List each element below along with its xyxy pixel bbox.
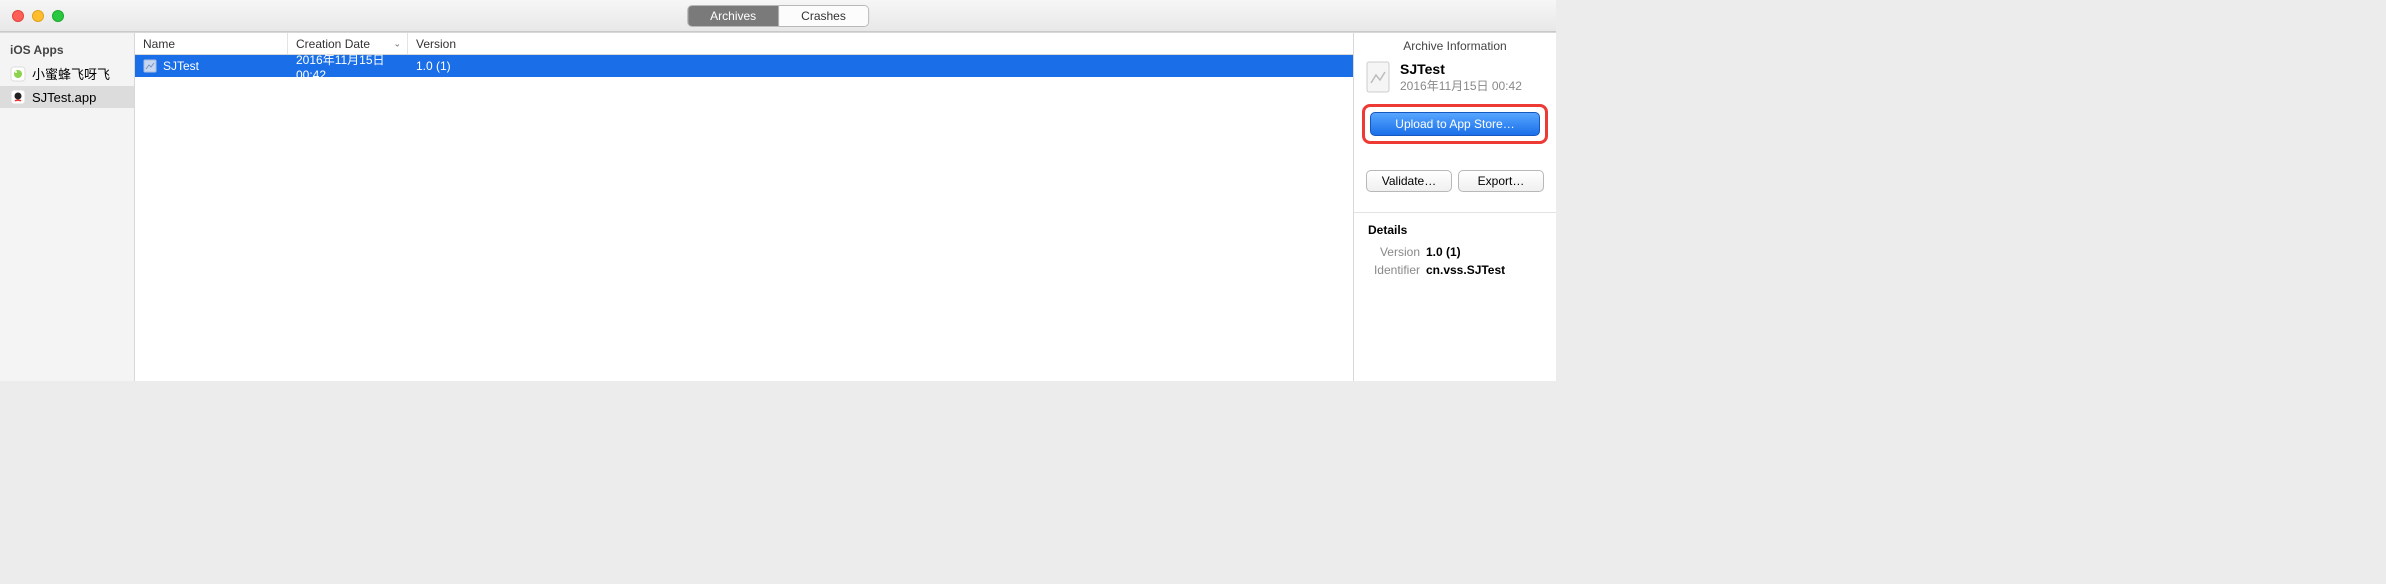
archive-row[interactable]: SJTest 2016年11月15日 00:42 1.0 (1)	[135, 55, 1353, 77]
detail-version-label: Version	[1368, 245, 1426, 259]
app-icon	[10, 89, 26, 105]
tab-archives[interactable]: Archives	[688, 6, 779, 26]
archive-list: Name Creation Date ⌄ Version SJTest 2016…	[135, 33, 1353, 381]
app-icon	[10, 66, 26, 82]
secondary-buttons: Validate… Export…	[1366, 170, 1544, 192]
sidebar: iOS Apps 小蜜蜂飞呀飞 SJTest.app	[0, 33, 135, 381]
column-headers: Name Creation Date ⌄ Version	[135, 33, 1353, 55]
details-header: Details	[1368, 223, 1542, 237]
archive-rows: SJTest 2016年11月15日 00:42 1.0 (1)	[135, 55, 1353, 381]
cell-date: 2016年11月15日 00:42	[288, 51, 408, 82]
tab-switcher: Archives Crashes	[687, 5, 869, 27]
tab-crashes[interactable]: Crashes	[779, 6, 868, 26]
organizer-window: Archives Crashes iOS Apps 小蜜蜂飞呀飞 SJTest.…	[0, 0, 1556, 381]
detail-identifier-row: Identifier cn.vss.SJTest	[1368, 261, 1542, 279]
archive-name: SJTest	[1400, 61, 1522, 77]
maximize-button[interactable]	[52, 10, 64, 22]
column-header-name[interactable]: Name	[135, 33, 288, 54]
sidebar-item-label: SJTest.app	[32, 90, 96, 105]
details-section: Details Version 1.0 (1) Identifier cn.vs…	[1354, 212, 1556, 279]
sidebar-item-label: 小蜜蜂飞呀飞	[32, 64, 110, 83]
detail-version-row: Version 1.0 (1)	[1368, 243, 1542, 261]
minimize-button[interactable]	[32, 10, 44, 22]
sidebar-item-app-1[interactable]: 小蜜蜂飞呀飞	[0, 61, 134, 86]
archive-icon	[1366, 61, 1390, 93]
panel-head-text: SJTest 2016年11月15日 00:42	[1400, 61, 1522, 94]
titlebar: Archives Crashes	[0, 0, 1556, 32]
archive-date: 2016年11月15日 00:42	[1400, 77, 1522, 94]
column-header-date-label: Creation Date	[296, 37, 370, 51]
upload-to-app-store-button[interactable]: Upload to App Store…	[1370, 112, 1540, 136]
sidebar-header: iOS Apps	[0, 39, 134, 61]
cell-name-text: SJTest	[163, 59, 199, 73]
sidebar-item-app-2[interactable]: SJTest.app	[0, 86, 134, 108]
cell-name: SJTest	[135, 59, 288, 73]
panel-top: Archive Information SJTest 2016年11月15日 0…	[1354, 33, 1556, 202]
panel-title: Archive Information	[1354, 33, 1556, 59]
detail-version-value: 1.0 (1)	[1426, 245, 1461, 259]
detail-identifier-label: Identifier	[1368, 263, 1426, 277]
column-header-version[interactable]: Version	[408, 33, 1353, 54]
panel-head: SJTest 2016年11月15日 00:42	[1354, 59, 1556, 104]
sort-indicator-icon: ⌄	[393, 38, 401, 49]
archive-info-panel: Archive Information SJTest 2016年11月15日 0…	[1353, 33, 1556, 381]
content-area: iOS Apps 小蜜蜂飞呀飞 SJTest.app Name Creation…	[0, 32, 1556, 381]
column-header-date[interactable]: Creation Date ⌄	[288, 33, 408, 54]
traffic-lights	[0, 10, 64, 22]
close-button[interactable]	[12, 10, 24, 22]
export-button[interactable]: Export…	[1458, 170, 1544, 192]
archive-icon	[143, 59, 157, 73]
cell-version: 1.0 (1)	[408, 59, 1353, 73]
validate-button[interactable]: Validate…	[1366, 170, 1452, 192]
detail-identifier-value: cn.vss.SJTest	[1426, 263, 1505, 277]
upload-highlight-box: Upload to App Store…	[1362, 104, 1548, 144]
